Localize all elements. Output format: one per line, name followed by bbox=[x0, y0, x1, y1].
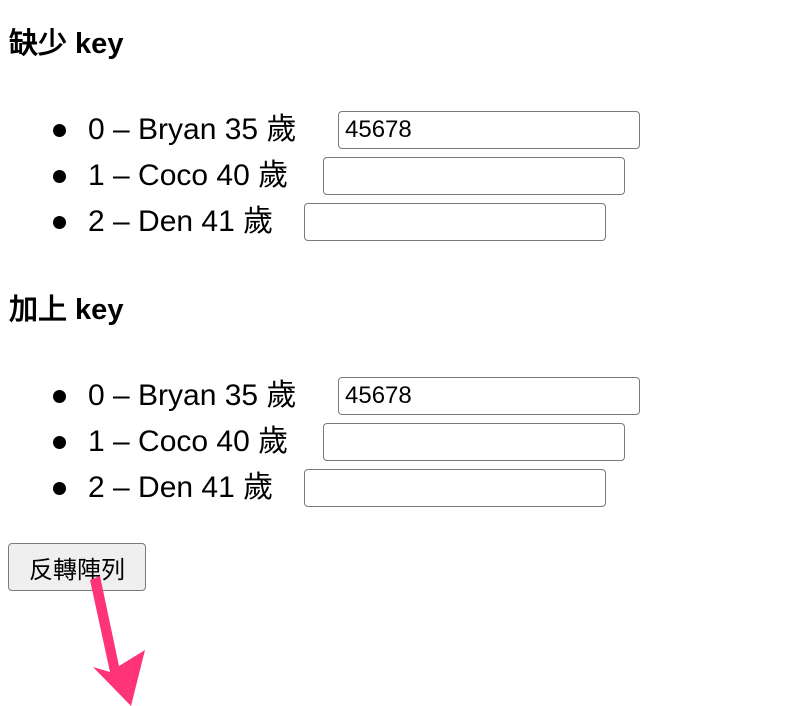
person-input[interactable] bbox=[338, 377, 640, 415]
person-input[interactable] bbox=[304, 469, 606, 507]
person-input[interactable] bbox=[304, 203, 606, 241]
section-title-with-key: 加上 key bbox=[9, 294, 124, 326]
section-title-missing-key: 缺少 key bbox=[9, 28, 124, 60]
person-label: 0 – Bryan 35 歲 bbox=[88, 379, 297, 412]
person-input[interactable] bbox=[323, 157, 625, 195]
list-item: 1 – Coco 40 歲 bbox=[0, 153, 794, 199]
bullet-icon bbox=[53, 435, 66, 449]
bullet-icon bbox=[53, 169, 66, 183]
people-list-with-key: 0 – Bryan 35 歲 1 – Coco 40 歲 2 – Den 41 … bbox=[0, 373, 794, 511]
arrow-shape bbox=[90, 576, 145, 706]
bullet-icon bbox=[53, 389, 66, 403]
list-item: 0 – Bryan 35 歲 bbox=[0, 107, 794, 153]
reverse-array-button[interactable]: 反轉陣列 bbox=[8, 543, 146, 591]
list-item: 2 – Den 41 歲 bbox=[0, 465, 794, 511]
bullet-icon bbox=[53, 481, 66, 495]
person-input[interactable] bbox=[338, 111, 640, 149]
list-item: 1 – Coco 40 歲 bbox=[0, 419, 794, 465]
person-label: 2 – Den 41 歲 bbox=[88, 205, 274, 238]
person-label: 1 – Coco 40 歲 bbox=[88, 159, 289, 192]
arrow-annotation-icon bbox=[90, 576, 145, 706]
list-item: 0 – Bryan 35 歲 bbox=[0, 373, 794, 419]
person-input[interactable] bbox=[323, 423, 625, 461]
list-item: 2 – Den 41 歲 bbox=[0, 199, 794, 245]
person-label: 2 – Den 41 歲 bbox=[88, 471, 274, 504]
bullet-icon bbox=[53, 123, 66, 137]
people-list-missing-key: 0 – Bryan 35 歲 1 – Coco 40 歲 2 – Den 41 … bbox=[0, 107, 794, 245]
person-label: 1 – Coco 40 歲 bbox=[88, 425, 289, 458]
bullet-icon bbox=[53, 215, 66, 229]
person-label: 0 – Bryan 35 歲 bbox=[88, 113, 297, 146]
